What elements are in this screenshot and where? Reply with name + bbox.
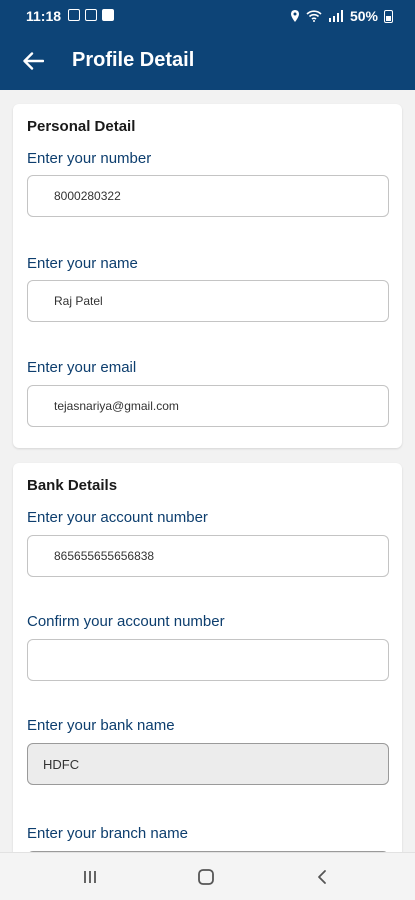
bank-name-label: Enter your bank name — [27, 717, 175, 734]
name-label: Enter your name — [27, 255, 138, 272]
account-number-input[interactable]: 865655655656838 — [27, 535, 389, 577]
recent-apps-icon — [84, 871, 96, 883]
battery-percent: 50% — [349, 8, 378, 24]
name-value: Raj Patel — [54, 294, 103, 308]
home-icon — [198, 869, 214, 885]
number-input[interactable]: 8000280322 — [27, 175, 389, 217]
status-indicators: 50% — [290, 8, 393, 24]
signal-icon — [328, 10, 343, 22]
recent-apps-button[interactable] — [75, 865, 105, 889]
status-bar: 11:18 50% — [0, 0, 415, 34]
bank-name-input: HDFC — [27, 743, 389, 785]
notification-icons — [68, 9, 114, 21]
bank-name-value: HDFC — [43, 756, 80, 772]
number-value: 8000280322 — [54, 189, 121, 203]
email-value: tejasnariya@gmail.com — [54, 399, 179, 413]
name-input[interactable]: Raj Patel — [27, 280, 389, 322]
form-scroll-area[interactable]: Personal Detail Enter your number 800028… — [0, 90, 415, 852]
account-number-value: 865655655656838 — [54, 549, 155, 563]
wifi-icon — [306, 10, 322, 22]
personal-detail-title: Personal Detail — [27, 118, 136, 135]
nav-back-button[interactable] — [307, 865, 337, 889]
battery-icon — [384, 9, 393, 23]
bank-details-title: Bank Details — [27, 477, 118, 494]
page-title: Profile Detail — [72, 49, 195, 71]
gallery-icon — [68, 9, 80, 21]
confirm-account-input[interactable] — [27, 639, 389, 681]
branch-name-label: Enter your branch name — [27, 825, 188, 842]
status-time: 11:18 — [26, 8, 62, 24]
message-icon — [102, 9, 114, 21]
account-number-label: Enter your account number — [27, 509, 208, 526]
arrow-left-icon — [23, 52, 44, 70]
email-input[interactable]: tejasnariya@gmail.com — [27, 385, 389, 427]
mail-icon — [85, 9, 97, 21]
home-button[interactable] — [191, 865, 221, 889]
chevron-left-icon — [318, 870, 326, 884]
number-label: Enter your number — [27, 150, 152, 167]
bank-details-card: Bank Details Enter your account number 8… — [13, 463, 402, 852]
app-bar: Profile Detail — [0, 34, 415, 90]
personal-detail-card: Personal Detail Enter your number 800028… — [13, 104, 402, 448]
confirm-account-label: Confirm your account number — [27, 613, 225, 630]
email-label: Enter your email — [27, 359, 137, 376]
system-nav-bar — [0, 852, 415, 900]
profile-detail-screen: 11:18 50% Profile Detail Personal Detail… — [0, 0, 415, 900]
location-icon — [290, 10, 299, 22]
back-button[interactable] — [16, 46, 50, 76]
